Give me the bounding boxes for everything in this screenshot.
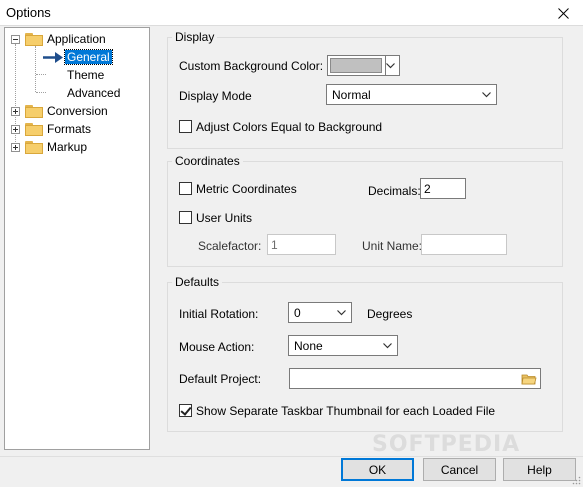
folder-icon xyxy=(25,105,43,118)
scalefactor-value: 1 xyxy=(271,238,278,252)
display-mode-value: Normal xyxy=(332,88,371,102)
tree-item-label: Advanced xyxy=(67,86,121,100)
expand-icon[interactable] xyxy=(11,143,20,152)
unit-name-input[interactable] xyxy=(421,234,507,255)
metric-coordinates-label: Metric Coordinates xyxy=(196,182,297,196)
scalefactor-input[interactable]: 1 xyxy=(267,234,336,255)
tree-item-label: Markup xyxy=(47,140,88,154)
tree-item-conversion[interactable]: Conversion xyxy=(5,102,149,120)
watermark: SOFTPEDIA xyxy=(372,432,521,457)
ok-button[interactable]: OK xyxy=(341,458,414,481)
browse-button[interactable] xyxy=(519,370,539,387)
chevron-down-icon xyxy=(383,343,392,349)
adjust-colors-label: Adjust Colors Equal to Background xyxy=(196,120,383,134)
tree-item-formats[interactable]: Formats xyxy=(5,120,149,138)
folder-icon xyxy=(25,141,43,154)
taskbar-thumbnail-checkbox[interactable] xyxy=(179,404,192,417)
coordinates-group-title: Coordinates xyxy=(172,154,243,168)
tree-item-label: Application xyxy=(47,32,106,46)
chevron-down-icon xyxy=(337,310,346,316)
tree-item-application[interactable]: Application xyxy=(5,30,149,48)
tree-item-theme[interactable]: Theme xyxy=(5,66,149,84)
degrees-label: Degrees xyxy=(367,307,413,321)
arrow-right-icon xyxy=(43,52,63,63)
taskbar-thumbnail-label: Show Separate Taskbar Thumbnail for each… xyxy=(196,404,496,418)
collapse-icon[interactable] xyxy=(11,35,20,44)
title-bar: Options xyxy=(0,0,583,26)
options-tree[interactable]: Application General Theme Advanced Conve… xyxy=(4,27,150,450)
chevron-down-icon xyxy=(386,63,395,69)
default-project-input[interactable] xyxy=(289,368,541,389)
display-mode-select[interactable]: Normal xyxy=(326,84,497,105)
chevron-down-icon xyxy=(482,92,491,98)
tree-item-advanced[interactable]: Advanced xyxy=(5,84,149,102)
decimals-input[interactable]: 2 xyxy=(420,178,466,199)
tree-item-label: Conversion xyxy=(47,104,108,118)
tree-item-general[interactable]: General xyxy=(5,48,149,66)
resize-grip-icon[interactable] xyxy=(571,475,581,485)
help-button[interactable]: Help xyxy=(503,458,576,481)
window-title: Options xyxy=(6,5,51,20)
color-swatch xyxy=(330,58,382,73)
folder-open-icon xyxy=(521,374,537,384)
initial-rotation-label: Initial Rotation: xyxy=(179,307,259,321)
user-units-label: User Units xyxy=(196,211,253,225)
decimals-value: 2 xyxy=(424,182,431,196)
default-project-label: Default Project: xyxy=(179,372,262,386)
mouse-action-value: None xyxy=(294,339,323,353)
decimals-label: Decimals: xyxy=(368,184,421,198)
tree-item-markup[interactable]: Markup xyxy=(5,138,149,156)
initial-rotation-value: 0 xyxy=(294,306,301,320)
folder-icon xyxy=(25,123,43,136)
defaults-group-title: Defaults xyxy=(172,275,223,289)
folder-open-icon xyxy=(25,33,43,46)
custom-bg-label: Custom Background Color: xyxy=(179,59,324,73)
display-group-title: Display xyxy=(172,30,218,44)
tree-item-label: General xyxy=(64,49,113,65)
custom-bg-color-picker[interactable] xyxy=(327,55,400,76)
tree-item-label: Theme xyxy=(67,68,105,82)
close-button[interactable] xyxy=(543,0,583,26)
expand-icon[interactable] xyxy=(11,125,20,134)
scalefactor-label: Scalefactor: xyxy=(198,239,262,253)
metric-coordinates-checkbox[interactable] xyxy=(179,182,192,195)
mouse-action-select[interactable]: None xyxy=(288,335,398,356)
tree-item-label: Formats xyxy=(47,122,92,136)
user-units-checkbox[interactable] xyxy=(179,211,192,224)
display-mode-label: Display Mode xyxy=(179,89,252,103)
expand-icon[interactable] xyxy=(11,107,20,116)
mouse-action-label: Mouse Action: xyxy=(179,340,255,354)
close-icon xyxy=(557,7,569,19)
initial-rotation-select[interactable]: 0 xyxy=(288,302,352,323)
unit-name-label: Unit Name: xyxy=(362,239,423,253)
adjust-colors-checkbox[interactable] xyxy=(179,120,192,133)
cancel-button[interactable]: Cancel xyxy=(423,458,496,481)
